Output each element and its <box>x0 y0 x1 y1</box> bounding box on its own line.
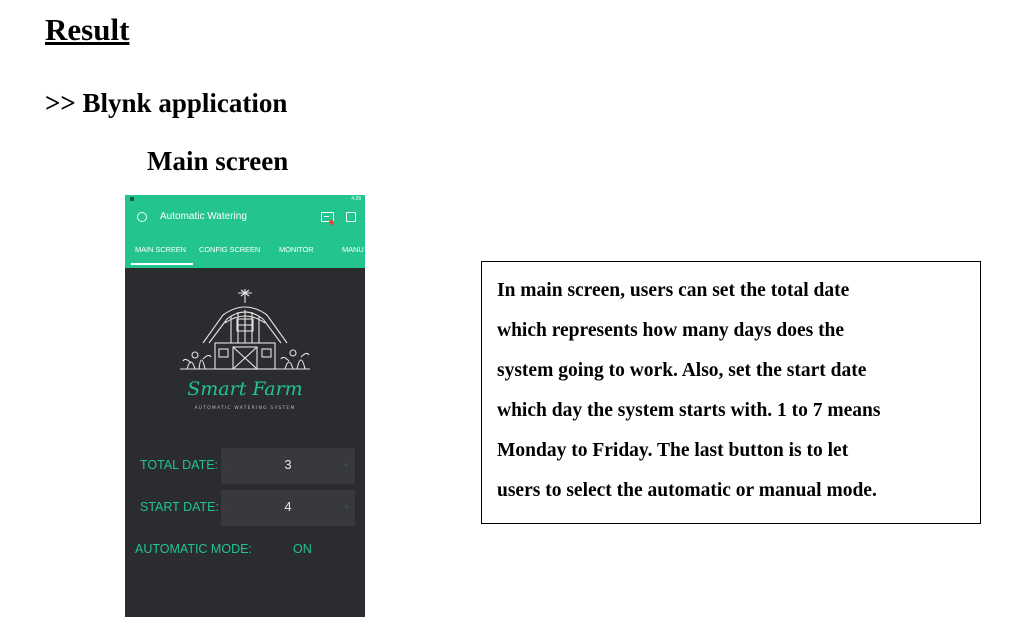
tab-main-screen[interactable]: MAIN SCREEN <box>135 245 186 254</box>
automatic-mode-label: AUTOMATIC MODE: <box>135 542 252 556</box>
status-icon <box>130 197 134 201</box>
status-time: 4:28 <box>351 196 361 202</box>
description-line: which day the system starts with. 1 to 7… <box>497 400 881 421</box>
active-tab-indicator <box>131 263 193 265</box>
logo-tagline: AUTOMATIC WATERING SYSTEM <box>194 405 295 411</box>
logo-script-text: Smart Farm <box>187 378 302 400</box>
figure-caption: Main screen <box>147 146 289 176</box>
description-line: users to select the automatic or manual … <box>497 480 877 501</box>
total-date-label: TOTAL DATE: <box>140 458 219 472</box>
total-date-stepper[interactable]: - 3 + <box>221 448 355 484</box>
result-heading: Result <box>45 12 130 47</box>
section-heading: >> Blynk application <box>45 88 288 118</box>
smart-farm-logo: Smart Farm AUTOMATIC WATERING SYSTEM <box>180 289 310 411</box>
start-date-stepper[interactable]: - 4 + <box>221 490 355 526</box>
start-date-plus-button[interactable]: + <box>344 502 349 512</box>
app-bar: 4:28 Automatic Watering MAIN SCREEN CONF… <box>125 195 365 268</box>
tab-config-screen[interactable]: CONFIG SCREEN <box>199 245 260 254</box>
tab-manual[interactable]: MANU <box>342 245 364 254</box>
description-line: system going to work. Also, set the star… <box>497 360 867 381</box>
description-line: In main screen, users can set the total … <box>497 280 850 301</box>
status-bar: 4:28 <box>125 195 365 203</box>
notification-dot-icon <box>329 220 334 225</box>
phone-screenshot: 4:28 Automatic Watering MAIN SCREEN CONF… <box>125 195 365 617</box>
automatic-mode-toggle[interactable]: ON <box>293 542 312 556</box>
stop-icon[interactable] <box>346 212 356 222</box>
back-icon[interactable] <box>137 212 147 222</box>
tab-monitor[interactable]: MONITOR <box>279 245 314 254</box>
app-title: Automatic Watering <box>160 211 247 222</box>
start-date-value: 4 <box>284 499 292 514</box>
start-date-label: START DATE: <box>140 500 219 514</box>
description-line: Monday to Friday. The last button is to … <box>497 440 849 461</box>
description-box: In main screen, users can set the total … <box>481 261 981 524</box>
total-date-plus-button[interactable]: + <box>344 460 349 470</box>
total-date-value: 3 <box>284 457 292 472</box>
description-line: which represents how many days does the <box>497 320 845 341</box>
